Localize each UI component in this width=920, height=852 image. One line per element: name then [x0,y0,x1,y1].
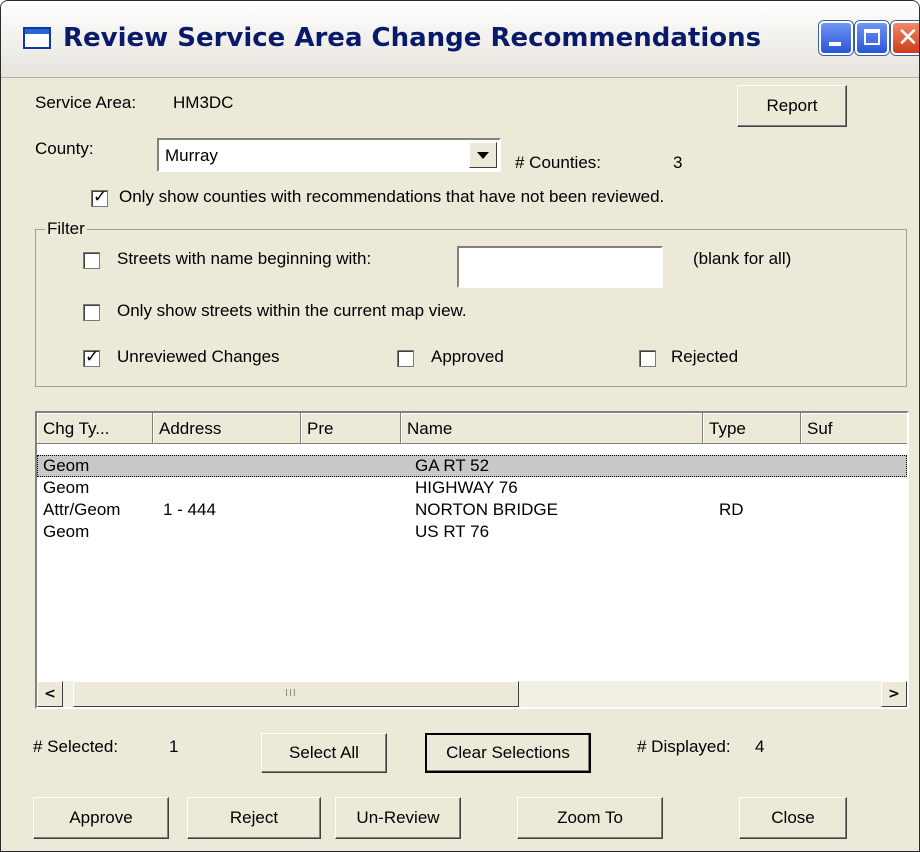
cell-chg-type: Attr/Geom [43,500,121,519]
approved-label: Approved [431,347,504,366]
cell-address: 1 - 444 [163,500,216,519]
window-icon [23,27,51,49]
street-name-label: Streets with name beginning with: [117,249,372,268]
counties-count-value: 3 [673,153,683,172]
reject-button[interactable]: Reject [187,797,321,839]
cell-chg-type: Geom [43,522,90,541]
displayed-count-value: 4 [755,737,765,756]
column-header-address[interactable]: Address [153,413,301,444]
column-header-pre[interactable]: Pre [301,413,401,444]
list-header: Chg Ty... Address Pre Name Type Suf [37,413,907,444]
rejected-label: Rejected [671,347,739,366]
cell-chg-type: Geom [43,456,90,475]
column-header-name[interactable]: Name [401,413,703,444]
chevron-down-icon[interactable] [469,142,497,168]
counties-count-label: # Counties: [515,153,601,172]
window-title: Review Service Area Change Recommendatio… [63,23,762,53]
select-all-button[interactable]: Select All [261,733,387,773]
map-view-label: Only show streets within the current map… [117,301,467,320]
displayed-count-label: # Displayed: [637,737,731,756]
cell-name: US RT 76 [415,522,490,541]
cell-type: RD [719,500,744,519]
clear-selections-button[interactable]: Clear Selections [425,733,591,773]
unreview-button[interactable]: Un-Review [335,797,461,839]
street-name-input[interactable] [457,246,663,288]
cell-name: GA RT 52 [415,456,490,475]
table-row[interactable]: Geom HIGHWAY 76 [37,477,907,499]
cell-name: HIGHWAY 76 [415,478,518,497]
scroll-left-button[interactable]: < [37,681,63,707]
changes-list[interactable]: Chg Ty... Address Pre Name Type Suf Geom… [35,411,909,709]
close-window-button[interactable]: ✕ [891,21,919,55]
unreviewed-label: Unreviewed Changes [117,347,280,366]
column-header-suf[interactable]: Suf [801,413,907,444]
county-label: County: [35,139,94,158]
approved-checkbox[interactable] [397,350,414,367]
county-select[interactable]: Murray [157,138,501,172]
column-header-type[interactable]: Type [703,413,801,444]
street-name-checkbox[interactable] [83,252,100,269]
map-view-checkbox[interactable] [83,304,100,321]
chevron-right-icon: > [888,686,900,702]
minimize-button[interactable] [819,21,853,55]
approve-button[interactable]: Approve [33,797,169,839]
maximize-button[interactable] [855,21,889,55]
grip-icon: III [285,688,297,699]
selected-count-value: 1 [169,737,179,756]
title-bar[interactable]: Review Service Area Change Recommendatio… [1,1,919,78]
table-row[interactable]: Geom GA RT 52 [37,455,907,477]
report-button[interactable]: Report [737,85,847,127]
rejected-checkbox[interactable] [639,350,656,367]
county-select-value: Murray [165,146,218,165]
table-row[interactable]: Attr/Geom 1 - 444 NORTON BRIDGE RD [37,499,907,521]
street-name-hint: (blank for all) [693,249,792,268]
column-header-chg-type[interactable]: Chg Ty... [37,413,153,444]
zoom-to-button[interactable]: Zoom To [517,797,663,839]
scroll-right-button[interactable]: > [881,681,907,707]
service-area-label: Service Area: [35,93,137,112]
unreviewed-checkbox[interactable] [83,347,100,367]
table-row[interactable]: Geom US RT 76 [37,521,907,543]
filter-legend: Filter [45,219,87,239]
dialog-window: Review Service Area Change Recommendatio… [0,0,920,852]
cell-name: NORTON BRIDGE [415,500,558,519]
close-button[interactable]: Close [739,797,847,839]
only-unreviewed-checkbox[interactable] [91,187,108,207]
horizontal-scrollbar[interactable]: < III > [37,681,907,707]
scrollbar-thumb[interactable]: III [73,681,519,707]
cell-chg-type: Geom [43,478,90,497]
selected-count-label: # Selected: [33,737,119,756]
chevron-left-icon: < [44,686,56,702]
service-area-value: HM3DC [173,93,234,112]
only-unreviewed-label: Only show counties with recommendations … [119,187,665,206]
close-icon: ✕ [897,23,919,53]
